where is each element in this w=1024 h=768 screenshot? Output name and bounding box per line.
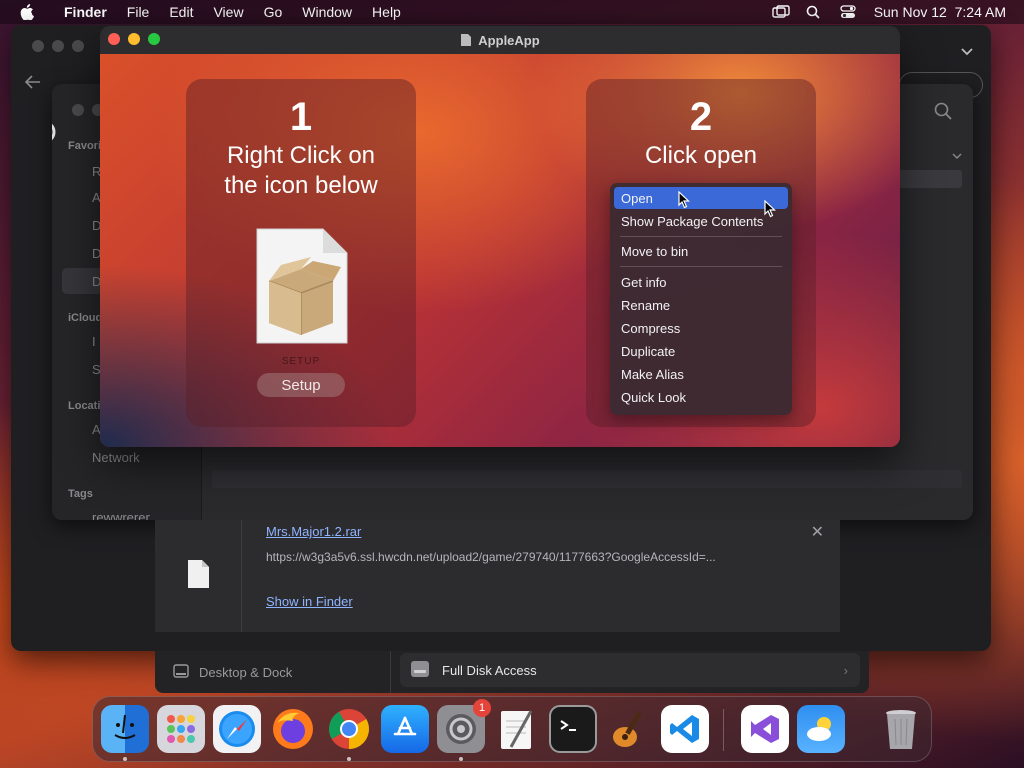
menu-go[interactable]: Go [254,4,293,20]
dock-visual-studio-icon[interactable] [741,705,789,753]
step-2-card: 2 Click open Open Show Package Contents … [586,79,816,427]
step-1-text-line1: Right Click on [226,142,376,169]
context-menu-move-to-bin[interactable]: Move to bin [614,240,788,262]
sidebar-item-label: Desktop & Dock [199,664,293,680]
zoom-button-inactive[interactable] [72,40,84,52]
step-1-text-line2: the icon below [224,172,378,199]
dock-chrome-icon[interactable] [325,705,373,753]
close-button-inactive[interactable] [72,104,84,116]
document-icon [186,559,210,594]
appleapp-window: AppleApp 1 Right Click on the icon below [100,26,900,447]
window-titlebar[interactable]: AppleApp [100,26,900,54]
close-button[interactable] [108,33,120,45]
close-icon[interactable]: ✕ [811,522,824,542]
context-menu-show-package-contents[interactable]: Show Package Contents [614,210,788,232]
download-notification: Mrs.Major1.2.rar https://w3g3a5v6.ssl.hw… [155,520,840,632]
dock: 1 [92,696,932,762]
dock-textedit-icon[interactable] [493,705,541,753]
context-menu: Open Show Package Contents Move to bin G… [610,183,792,415]
context-menu-get-info[interactable]: Get info [614,271,788,293]
menu-help[interactable]: Help [362,4,411,20]
mouse-cursor-icon [764,199,777,223]
spotlight-search-icon[interactable] [806,5,822,19]
menu-separator [620,266,782,267]
menu-bar: Finder File Edit View Go Window Help Sun… [0,0,1024,24]
show-in-finder-link[interactable]: Show in Finder [266,594,353,609]
context-menu-make-alias[interactable]: Make Alias [614,363,788,385]
dock-trash-icon[interactable] [877,705,925,753]
step-1-number: 1 [289,95,313,139]
chevron-down-icon[interactable] [961,43,973,61]
chevron-right-icon: › [843,662,848,678]
sidebar-item-network[interactable]: Network [92,450,140,465]
row-label: Full Disk Access [442,662,537,678]
context-menu-compress[interactable]: Compress [614,317,788,339]
sidebar-item[interactable]: I [92,334,96,349]
dock-separator [723,709,724,751]
sidebar-item-desktop-dock[interactable]: Desktop & Dock [155,651,391,693]
sidebar-section-tags: Tags [68,488,93,500]
dock-weather-icon[interactable] [797,705,845,753]
sidebar-section-locations: Locati [68,400,101,412]
dock-garageband-icon[interactable] [605,705,653,753]
running-indicator [123,757,127,761]
dock-system-settings-icon[interactable]: 1 [437,699,491,753]
system-settings-window: Desktop & Dock Full Disk Access › [155,651,869,693]
app-document-icon [460,33,472,47]
step-1-card: 1 Right Click on the icon below SETUP Se… [186,79,416,427]
context-menu-quick-look[interactable]: Quick Look [614,386,788,408]
menu-window[interactable]: Window [292,4,362,20]
menu-view[interactable]: View [203,4,253,20]
file-icon-container [155,520,242,632]
step-2-text: Click open [644,142,758,169]
minimize-button-inactive[interactable] [52,40,64,52]
minimize-button[interactable] [128,33,140,45]
window-title: AppleApp [478,32,540,48]
disk-drive-icon [410,660,430,681]
setup-label[interactable]: Setup [257,373,345,397]
context-menu-rename[interactable]: Rename [614,294,788,316]
app-background: 1 Right Click on the icon below SETUP Se… [100,54,900,447]
close-button-inactive[interactable] [32,40,44,52]
search-icon[interactable] [934,102,952,125]
sidebar-item-tag[interactable]: rewwrerer [92,510,150,520]
zoom-button[interactable] [148,33,160,45]
screen-mirroring-icon[interactable] [771,5,790,19]
step-2-number: 2 [689,95,713,139]
desktop-dock-icon [173,663,189,681]
package-caption: SETUP [281,356,321,367]
context-menu-duplicate[interactable]: Duplicate [614,340,788,362]
menu-app-name[interactable]: Finder [54,4,117,20]
package-installer-icon[interactable] [253,227,349,350]
running-indicator [459,757,463,761]
file-row[interactable] [212,470,962,488]
menu-separator [620,236,782,237]
dock-finder-icon[interactable] [101,705,149,753]
chrome-app-icon [52,120,56,149]
full-disk-access-row[interactable]: Full Disk Access › [400,653,860,687]
download-filename-link[interactable]: Mrs.Major1.2.rar [266,524,361,539]
dock-app-store-icon[interactable] [381,705,429,753]
dock-terminal-icon[interactable] [549,705,597,753]
menu-edit[interactable]: Edit [159,4,203,20]
menubar-clock[interactable]: Sun Nov 12 7:24 AM [874,4,1006,20]
dock-launchpad-icon[interactable] [157,705,205,753]
back-arrow-icon[interactable] [24,75,41,94]
dock-safari-icon[interactable] [213,705,261,753]
mouse-cursor-icon [678,190,691,214]
apple-menu-icon[interactable] [0,4,54,20]
context-menu-open[interactable]: Open [614,187,788,209]
notification-badge: 1 [473,699,491,717]
chevron-down-icon[interactable] [952,146,962,164]
download-url: https://w3g3a5v6.ssl.hwcdn.net/upload2/g… [266,550,716,564]
sidebar-section-favorites: Favori [68,140,102,152]
sidebar-section-icloud: iCloud [68,312,103,324]
dock-vscode-icon[interactable] [661,705,709,753]
control-center-icon[interactable] [840,5,856,19]
running-indicator [347,757,351,761]
dock-firefox-icon[interactable] [269,705,317,753]
menu-file[interactable]: File [117,4,160,20]
